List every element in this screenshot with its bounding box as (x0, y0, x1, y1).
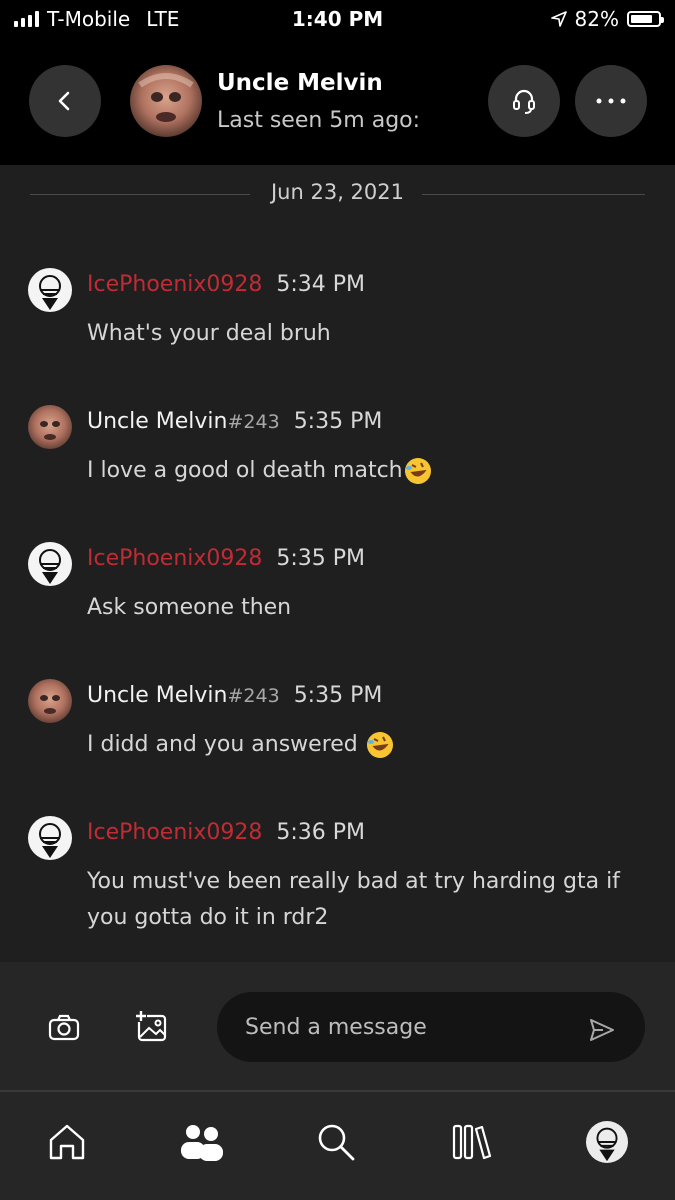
message-author[interactable]: Uncle Melvin (87, 683, 228, 708)
battery-icon (627, 11, 664, 27)
message-text: I didd and you answered (87, 727, 647, 763)
gamerpic-image (596, 1127, 618, 1162)
message-input[interactable] (217, 992, 645, 1062)
message-meta: Uncle Melvin#243 5:35 PM (87, 683, 382, 708)
more-options-button[interactable] (575, 65, 647, 137)
send-icon (590, 1019, 614, 1041)
message-meta: IcePhoenix0928 5:34 PM (87, 272, 365, 297)
gamertag-suffix: #243 (227, 411, 280, 433)
location-arrow-icon (550, 11, 567, 27)
message-avatar[interactable] (28, 679, 72, 723)
message-meta: Uncle Melvin#243 5:35 PM (87, 409, 382, 434)
bottom-tab-bar (0, 1092, 675, 1200)
voice-call-button[interactable] (488, 65, 560, 137)
add-image-button[interactable] (132, 1007, 172, 1047)
battery-level (631, 15, 653, 23)
message-meta: IcePhoenix0928 5:36 PM (87, 820, 365, 845)
rolling-on-floor-laughing-emoji (404, 458, 431, 484)
friends-icon (181, 1125, 223, 1161)
battery-percent: 82% (574, 7, 619, 31)
face-image (40, 695, 60, 714)
camera-button[interactable] (44, 1007, 84, 1047)
headset-icon (513, 89, 535, 114)
message-text-content: I didd and you answered (87, 732, 365, 757)
status-right: 82% (550, 7, 664, 31)
face-image (138, 73, 194, 122)
tab-search[interactable] (312, 1118, 360, 1166)
message-author[interactable]: Uncle Melvin (87, 409, 228, 434)
divider-line-right (422, 194, 645, 195)
message-avatar[interactable] (28, 816, 72, 860)
face-image (40, 421, 60, 440)
gamerpic-image (39, 549, 61, 584)
gamerpic-image (39, 823, 61, 858)
home-icon (49, 1124, 85, 1160)
library-icon (452, 1124, 492, 1160)
tab-friends[interactable] (178, 1118, 226, 1166)
camera-icon (48, 1014, 80, 1041)
message-text: What's your deal bruh (87, 321, 331, 346)
add-image-icon (135, 1010, 167, 1042)
date-label: Jun 23, 2021 (270, 180, 404, 204)
message-avatar[interactable] (28, 405, 72, 449)
message-author[interactable]: IcePhoenix0928 (87, 820, 262, 845)
message-author[interactable]: IcePhoenix0928 (87, 272, 262, 297)
contact-name: Uncle Melvin (217, 70, 383, 96)
message-meta: IcePhoenix0928 5:35 PM (87, 546, 365, 571)
message-composer (0, 962, 675, 1090)
contact-avatar[interactable] (130, 65, 202, 137)
message-time: 5:34 PM (276, 272, 366, 297)
tab-profile[interactable] (583, 1118, 631, 1166)
gamertag-suffix: #243 (227, 685, 280, 707)
chevron-left-icon (58, 91, 70, 111)
rolling-on-floor-laughing-emoji (366, 732, 393, 758)
contact-last-seen: Last seen 5m ago: (217, 108, 421, 133)
tab-library[interactable] (447, 1118, 495, 1166)
message-time: 5:35 PM (293, 409, 383, 434)
profile-avatar (586, 1121, 628, 1163)
send-button[interactable] (584, 1012, 620, 1048)
date-divider: Jun 23, 2021 (30, 180, 645, 210)
back-button[interactable] (29, 65, 101, 137)
message-time: 5:35 PM (293, 683, 383, 708)
more-horizontal-icon (596, 98, 626, 104)
gamerpic-image (39, 275, 61, 310)
status-bar: T-Mobile LTE 1:40 PM 82% (0, 0, 675, 40)
message-text: I love a good ol death match (87, 453, 647, 489)
search-icon (318, 1124, 355, 1161)
message-text: You must've been really bad at try hardi… (87, 869, 620, 930)
tab-home[interactable] (43, 1118, 91, 1166)
message-text-content: I love a good ol death match (87, 458, 403, 483)
message-time: 5:36 PM (276, 820, 366, 845)
message-avatar[interactable] (28, 268, 72, 312)
message-author[interactable]: IcePhoenix0928 (87, 546, 262, 571)
message-text: Ask someone then (87, 595, 292, 620)
message-avatar[interactable] (28, 542, 72, 586)
message-time: 5:35 PM (276, 546, 366, 571)
chat-header: Uncle Melvin Last seen 5m ago: (0, 40, 675, 165)
